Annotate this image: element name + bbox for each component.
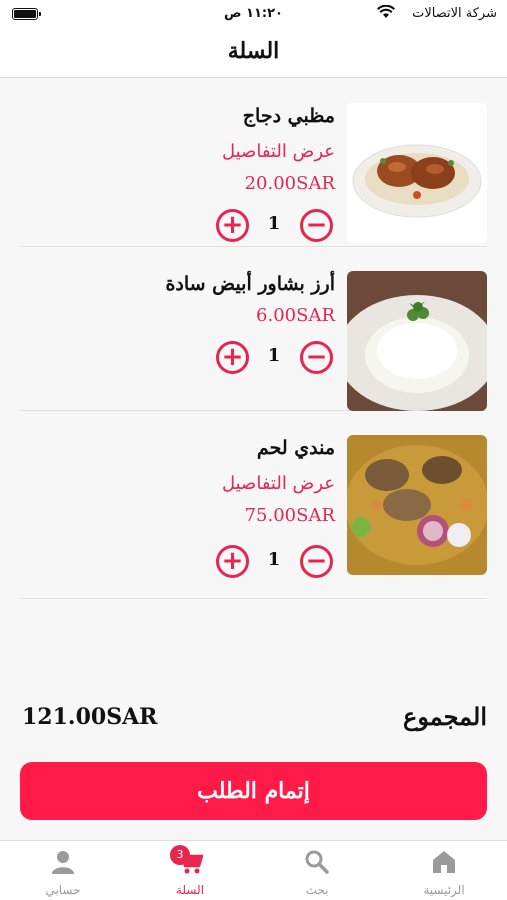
search-icon (305, 850, 329, 874)
page-title: السلة (227, 38, 280, 64)
minus-button[interactable]: − (300, 341, 333, 374)
item-name: مظبي دجاج (242, 105, 335, 127)
quantity-stepper: + 1 − (216, 545, 336, 579)
tab-label: بحث (305, 883, 329, 897)
item-quantity: 1 (267, 213, 281, 234)
item-price: 20.00SAR (244, 173, 335, 194)
home-icon (433, 851, 455, 873)
tab-account[interactable]: حسابي (0, 841, 126, 900)
total-row: 121.00SAR المجموع (20, 702, 487, 738)
plus-button[interactable]: + (216, 545, 249, 578)
cart-count-badge: 3 (170, 845, 190, 865)
item-image-rice[interactable] (347, 271, 487, 411)
cart-item: مظبي دجاج عرض التفاصيل 20.00SAR + 1 − (20, 79, 487, 247)
quantity-stepper: + 1 − (216, 341, 336, 375)
plus-button[interactable]: + (216, 209, 249, 242)
status-bar: ١١:٢٠ ص شركة الاتصالات (0, 0, 507, 30)
carrier-name: شركة الاتصالات (412, 6, 497, 21)
item-quantity: 1 (267, 345, 281, 366)
item-name: أرز بشاور أبيض سادة (165, 273, 335, 295)
total-label: المجموع (403, 702, 487, 731)
tab-label: حسابي (45, 883, 81, 897)
cart-list: مظبي دجاج عرض التفاصيل 20.00SAR + 1 − أر… (0, 79, 507, 599)
view-details-link[interactable]: عرض التفاصيل (222, 141, 335, 162)
quantity-stepper: + 1 − (216, 209, 336, 243)
tab-search[interactable]: بحث (254, 841, 380, 900)
checkout-button[interactable]: إتمام الطلب (20, 762, 487, 820)
cart-item: أرز بشاور أبيض سادة 6.00SAR + 1 − (20, 247, 487, 411)
plus-button[interactable]: + (216, 341, 249, 374)
item-image-chicken[interactable] (347, 103, 487, 243)
item-price: 6.00SAR (256, 305, 335, 326)
account-icon (52, 851, 74, 874)
view-details-link[interactable]: عرض التفاصيل (222, 473, 335, 494)
minus-button[interactable]: − (300, 209, 333, 242)
tab-home[interactable]: الرئيسية (381, 841, 507, 900)
minus-button[interactable]: − (300, 545, 333, 578)
cart-item: مندي لحم عرض التفاصيل 75.00SAR + 1 − (20, 411, 487, 599)
total-amount: 121.00SAR (22, 704, 158, 730)
wifi-icon (377, 5, 395, 18)
tab-cart[interactable]: 3 السلة (127, 841, 253, 900)
tab-label: الرئيسية (423, 883, 465, 897)
item-price: 75.00SAR (244, 505, 335, 526)
tab-label: السلة (175, 883, 205, 897)
item-name: مندي لحم (256, 437, 335, 459)
nav-bar: السلة (0, 30, 507, 78)
item-image-mandi[interactable] (347, 435, 487, 575)
item-quantity: 1 (267, 549, 281, 570)
tab-bar: حسابي 3 السلة بحث الرئيسية (0, 840, 507, 900)
